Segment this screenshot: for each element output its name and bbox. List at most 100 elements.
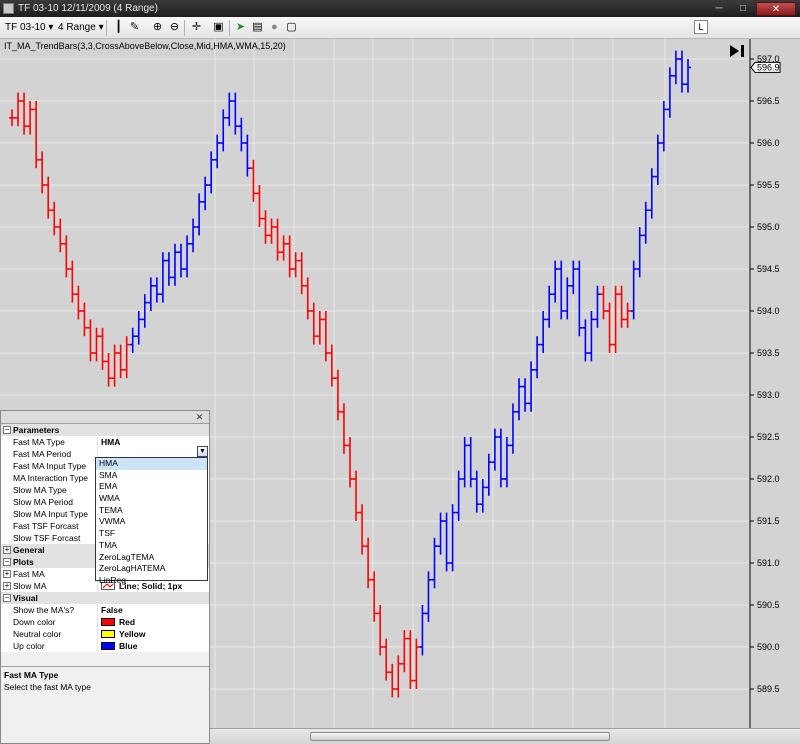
price-bar (540, 311, 547, 353)
dropdown-option[interactable]: TEMA (96, 505, 207, 517)
price-bar (250, 159, 257, 202)
price-bar (15, 92, 22, 127)
expand-icon[interactable]: + (3, 546, 11, 554)
zoom-in-icon[interactable]: ⊕ (151, 21, 164, 34)
price-bar (377, 605, 384, 656)
dropdown-arrow-icon[interactable]: ▼ (197, 446, 208, 457)
property-row-down-color[interactable]: Down color Red (1, 616, 209, 628)
dropdown-option[interactable]: ZeroLagHATEMA (96, 563, 207, 575)
dropdown-option[interactable]: ZeroLagTEMA (96, 552, 207, 564)
indicators-icon[interactable]: ▤ (251, 21, 264, 34)
dropdown-option[interactable]: EMA (96, 481, 207, 493)
dropdown-option[interactable]: WMA (96, 493, 207, 505)
price-bar (485, 453, 492, 496)
interval-label: 4 Range (58, 22, 96, 33)
dropdown-option[interactable]: VWMA (96, 516, 207, 528)
property-row-param[interactable]: Fast MA Type HMA (1, 436, 209, 448)
price-bar (389, 663, 396, 698)
property-row-neutral-color[interactable]: Neutral color Yellow (1, 628, 209, 640)
price-bar (359, 504, 366, 555)
price-bar (190, 218, 197, 253)
instrument-selector[interactable]: TF 03-10 ▾ (5, 20, 53, 36)
price-bar (238, 117, 245, 152)
price-bar (419, 605, 426, 656)
zoom-out-icon[interactable]: ⊖ (168, 21, 181, 34)
property-name: Fast MA Type (13, 437, 65, 447)
go-to-end-icon[interactable] (728, 44, 746, 58)
dropdown-option[interactable]: SMA (96, 470, 207, 482)
category-visual[interactable]: − Visual (1, 592, 209, 604)
drawing-tool-icon[interactable]: ✎ (128, 21, 141, 34)
price-tick-label: 590.0 (757, 642, 780, 652)
color-swatch (101, 630, 115, 638)
price-bar (516, 378, 522, 421)
interval-selector[interactable]: 4 Range ▾ (58, 20, 104, 36)
crosshair-icon[interactable]: ✛ (190, 21, 203, 34)
price-bar (636, 227, 643, 278)
maximize-icon[interactable]: □ (732, 2, 754, 16)
close-icon[interactable]: ✕ (194, 412, 205, 422)
bar-style-icon[interactable]: ┃ (112, 21, 125, 34)
property-name: Slow MA Input Type (13, 509, 88, 519)
price-tick-label: 591.0 (757, 558, 780, 568)
price-bar (208, 151, 215, 194)
price-bar (582, 319, 589, 362)
share-icon[interactable]: ▢ (285, 21, 298, 34)
price-bar (93, 327, 100, 362)
link-button[interactable]: L (694, 20, 708, 34)
scrollbar-thumb[interactable] (310, 732, 610, 741)
price-bar (298, 252, 305, 295)
property-value: Red (119, 617, 136, 627)
property-name: Fast MA Input Type (13, 461, 87, 471)
dropdown-option[interactable]: HMA (96, 458, 207, 470)
close-icon[interactable]: ✕ (756, 1, 796, 16)
property-name: Show the MA's? (13, 605, 75, 615)
window-controls: ─ □ ✕ (708, 0, 796, 17)
dropdown-option[interactable]: TMA (96, 540, 207, 552)
collapse-icon[interactable]: − (3, 426, 11, 434)
price-bar (117, 344, 124, 379)
collapse-icon[interactable]: − (3, 594, 11, 602)
category-label: Visual (13, 593, 38, 603)
price-bar (648, 168, 655, 219)
dropdown-option[interactable]: TSF (96, 528, 207, 540)
property-name: Slow MA (13, 581, 47, 591)
price-bar (202, 176, 209, 211)
price-bar (153, 277, 160, 303)
data-box-icon[interactable]: ● (268, 21, 281, 34)
ma-type-dropdown-list[interactable]: HMA SMA EMA WMA TEMA VWMA TSF TMA ZeroLagTEMA Zer… (95, 457, 208, 585)
price-bar (274, 218, 281, 261)
price-bar (57, 218, 64, 253)
expand-icon[interactable]: + (3, 582, 11, 590)
price-tick-label: 594.5 (757, 264, 780, 274)
price-bar (171, 243, 178, 286)
price-bar (606, 302, 613, 353)
description-title: Fast MA Type (4, 670, 59, 680)
price-bar (666, 67, 673, 118)
property-value: Blue (119, 641, 138, 651)
expand-icon[interactable]: + (3, 570, 11, 578)
minimize-icon[interactable]: ─ (708, 2, 730, 16)
property-name: Fast MA (13, 569, 45, 579)
indicator-label: IT_MA_TrendBars(3,3,CrossAboveBelow,Clos… (4, 41, 286, 51)
price-bar (383, 638, 390, 681)
price-bar (401, 630, 408, 673)
property-row-show-mas[interactable]: Show the MA's? False (1, 604, 209, 616)
properties-icon[interactable]: ▣ (212, 21, 225, 34)
properties-header: ✕ (1, 411, 209, 424)
description-text: Select the fast MA type (4, 682, 91, 692)
price-bar (9, 109, 15, 127)
property-row-up-color[interactable]: Up color Blue (1, 640, 209, 652)
dropdown-option[interactable]: LinReg (96, 575, 207, 587)
category-parameters[interactable]: − Parameters (1, 424, 209, 436)
collapse-icon[interactable]: − (3, 558, 11, 566)
price-bar (232, 92, 239, 135)
strategy-icon[interactable]: ➤ (234, 21, 247, 34)
color-swatch (101, 642, 115, 650)
price-bar (310, 302, 317, 345)
price-bar (69, 260, 76, 303)
price-bar (280, 235, 287, 261)
chart-toolbar: TF 03-10 ▾ 4 Range ▾ ┃ ✎ ⊕ ⊖ ✛ ▣ ➤ ▤ ● ▢… (0, 17, 800, 39)
horizontal-scrollbar[interactable] (210, 728, 800, 744)
price-bar (75, 285, 82, 320)
